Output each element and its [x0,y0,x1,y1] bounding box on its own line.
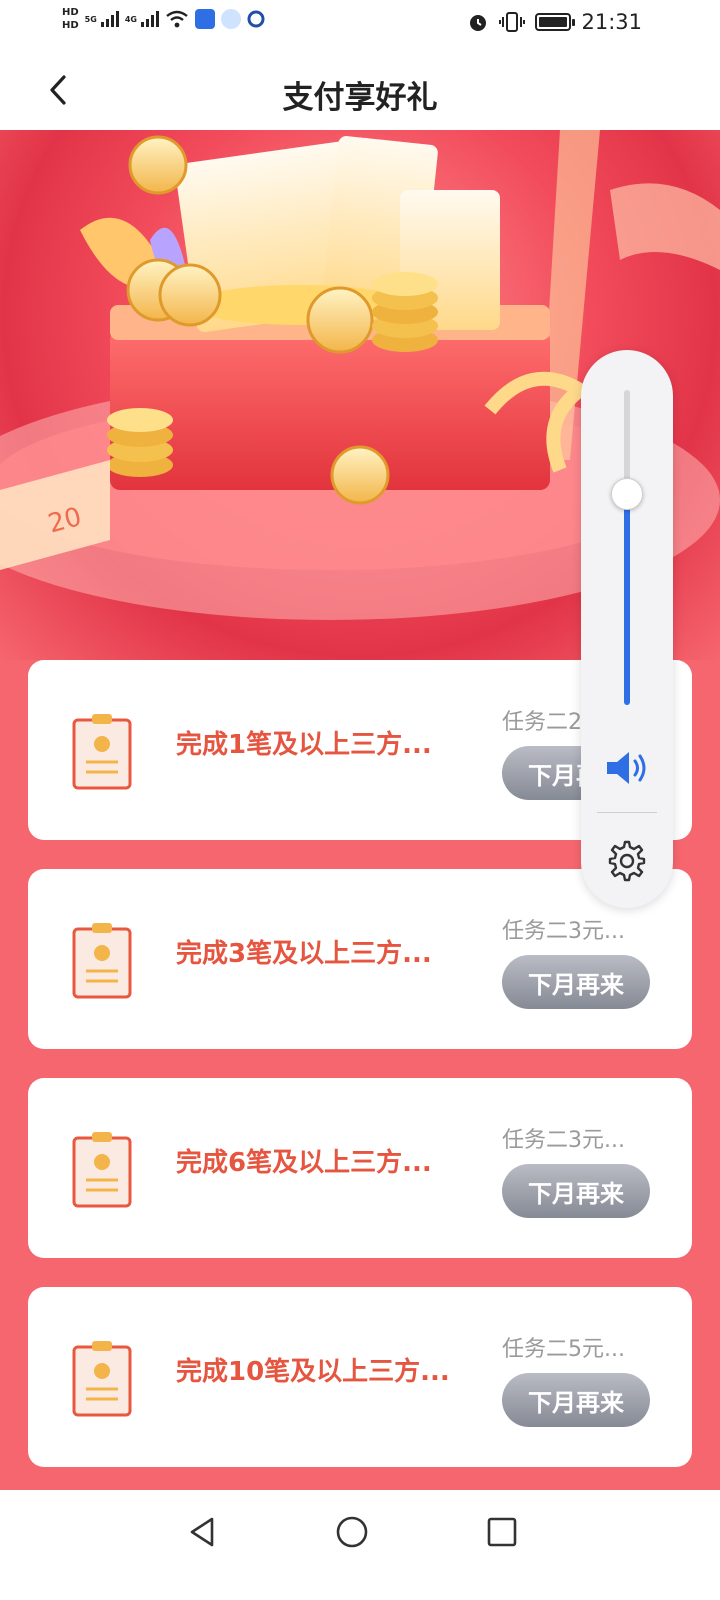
hd-label-1: HD [62,7,79,18]
back-triangle-icon [190,1517,214,1547]
volume-panel [581,350,673,908]
task-card: 完成6笔及以上三方... 任务二3元... 下月再来 [28,1078,692,1258]
nav-back-button[interactable] [180,1510,224,1554]
task-reward: 任务二5元... [502,1337,625,1362]
task-title: 完成3笔及以上三方... [176,939,432,969]
clipboard-icon [72,1132,132,1208]
system-nav-bar [0,1490,720,1600]
gear-icon[interactable] [606,840,648,882]
task-title: 完成1笔及以上三方... [176,730,432,760]
signal-4g-icon [140,11,159,27]
task-reward: 任务二3元... [502,919,625,944]
app-notification-icon-2 [220,9,241,29]
clipboard-icon [72,923,132,999]
recents-square-icon [487,1517,517,1547]
vibrate-icon [499,12,526,32]
app-notification-icon [194,9,215,29]
wifi-icon [166,10,188,28]
nav-home-button[interactable] [330,1510,374,1554]
alarm-icon [470,15,487,31]
next-month-button[interactable]: 下月再来 [502,1373,650,1427]
coin-stack-right [372,272,438,352]
task-title: 完成6笔及以上三方... [176,1148,432,1178]
home-circle-icon [336,1516,368,1548]
volume-slider-handle[interactable] [611,477,643,510]
page-title: 支付享好礼 [282,80,438,116]
clipboard-icon [72,714,132,790]
status-icons-left: HD HD 5G 4G [62,6,265,32]
status-bar: HD HD 5G 4G 21:31 [0,0,720,50]
task-card: 完成10笔及以上三方... 任务二5元... 下月再来 [28,1287,692,1467]
net-5g-label: 5G [84,14,97,24]
task-card: 完成3笔及以上三方... 任务二3元... 下月再来 [28,869,692,1049]
clipboard-icon [72,1341,132,1417]
next-month-button[interactable]: 下月再来 [502,955,650,1009]
speaker-icon[interactable] [603,748,651,788]
nav-recents-button[interactable] [480,1510,524,1554]
net-4g-label: 4G [124,14,137,24]
volume-slider[interactable] [611,390,643,705]
coin-stack-left [107,408,173,477]
next-month-button[interactable]: 下月再来 [502,1164,650,1218]
hd-label-2: HD [62,20,79,31]
task-reward: 任务二3元... [502,1128,625,1153]
volume-divider [597,812,657,813]
nav-header: 支付享好礼 [0,50,720,130]
volume-level-fill [624,493,630,705]
battery-icon [535,13,576,31]
clock: 21:31 [581,10,642,34]
app-notification-icon-3 [247,10,265,28]
hd-indicator: HD HD [62,6,79,32]
task-title: 完成10笔及以上三方... [176,1357,450,1387]
signal-5g-icon [100,11,119,27]
status-icons-right: 21:31 [467,10,642,34]
